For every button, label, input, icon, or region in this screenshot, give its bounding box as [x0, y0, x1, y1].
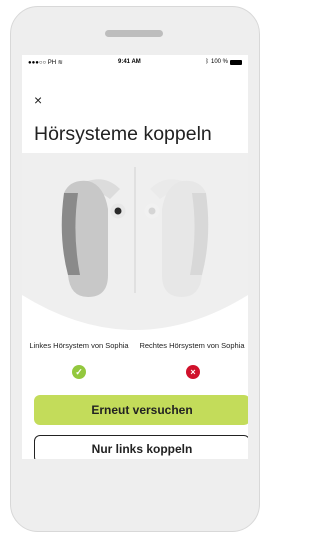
battery-icon [230, 59, 242, 65]
right-device-label: Rechtes Hörsystem von Sophia [139, 341, 245, 350]
left-device-label: Linkes Hörsystem von Sophia [29, 341, 129, 350]
app-screen: ●●●○○ PH ≋ 9:41 AM ᛒ 100 % × Hörsysteme … [22, 55, 248, 459]
status-time: 9:41 AM [118, 59, 141, 65]
bluetooth-icon: ᛒ [205, 59, 209, 65]
status-right: ᛒ 100 % [205, 59, 242, 65]
battery-text: 100 % [210, 59, 228, 65]
phone-speaker [105, 30, 163, 37]
page-title: Hörsysteme koppeln [34, 123, 212, 145]
wifi-icon: ≋ [57, 60, 63, 66]
close-icon[interactable]: × [34, 93, 42, 107]
hearing-aids-illustration [22, 153, 248, 373]
retry-button[interactable]: Erneut versuchen [34, 395, 248, 425]
pair-left-only-button[interactable]: Nur links koppeln [34, 435, 248, 459]
error-x-icon: × [186, 365, 200, 379]
success-check-icon: ✓ [72, 365, 86, 379]
carrier-signal: ●●●○○ PH ≋ [28, 60, 63, 66]
hearing-aids-svg [22, 153, 248, 330]
status-bar: ●●●○○ PH ≋ 9:41 AM ᛒ 100 % [22, 55, 248, 69]
device-labels: Linkes Hörsystem von Sophia Rechtes Hörs… [22, 341, 248, 371]
